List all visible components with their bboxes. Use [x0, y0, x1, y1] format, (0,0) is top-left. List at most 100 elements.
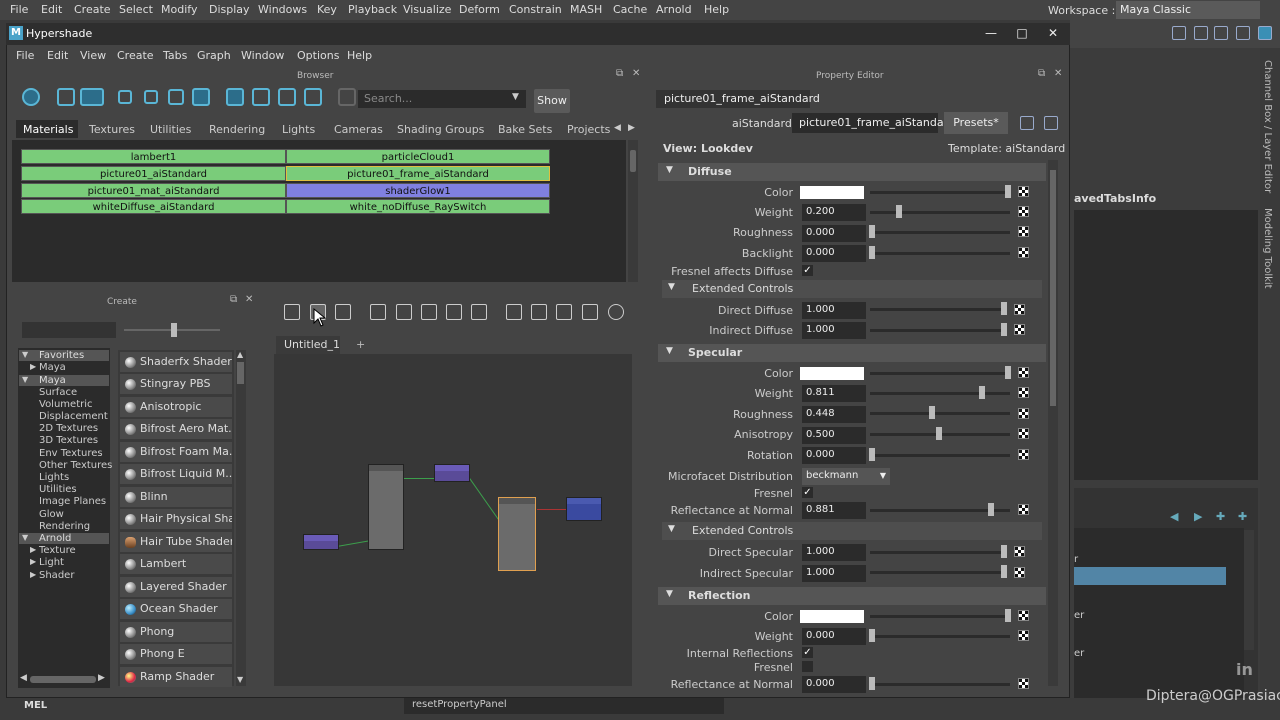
slider-track[interactable]: [870, 231, 1010, 234]
map-button-icon[interactable]: [1014, 304, 1025, 315]
tab-scroll-right-icon[interactable]: ▶: [628, 123, 635, 133]
create-search-input[interactable]: [22, 322, 116, 338]
layout-icon[interactable]: [446, 304, 462, 320]
full-view-icon[interactable]: [556, 304, 572, 320]
tree-item[interactable]: Volumetric: [39, 399, 93, 410]
slider-handle[interactable]: [869, 677, 875, 690]
expand-icon[interactable]: ▼: [22, 533, 28, 542]
tab-shading-groups[interactable]: Shading Groups: [397, 123, 484, 136]
menu-help[interactable]: Help: [704, 3, 729, 16]
add-layer-icon[interactable]: ✚: [1216, 510, 1225, 523]
node-type-item[interactable]: Hair Tube Shader: [120, 532, 232, 552]
tree-item[interactable]: Glow: [39, 509, 64, 520]
attribute-icon[interactable]: [1194, 26, 1208, 40]
settings-icon[interactable]: [1172, 26, 1186, 40]
tree-item[interactable]: Lights: [39, 472, 69, 483]
material-item[interactable]: particleCloud1: [286, 149, 550, 164]
menu-arnold[interactable]: Arnold: [656, 3, 692, 16]
tree-item[interactable]: Light: [39, 557, 64, 568]
slider-handle[interactable]: [988, 503, 994, 516]
anisotropy-field[interactable]: 0.500: [802, 427, 866, 444]
slider-track[interactable]: [870, 211, 1010, 214]
slider-track[interactable]: [870, 252, 1010, 255]
tree-item[interactable]: Utilities: [39, 484, 77, 495]
node-type-item[interactable]: Ocean Shader: [120, 599, 232, 619]
menu-cache[interactable]: Cache: [613, 3, 647, 16]
material-item[interactable]: white_noDiffuse_RaySwitch: [286, 199, 550, 214]
menu-display[interactable]: Display: [209, 3, 250, 16]
node-type-item[interactable]: Lambert: [120, 554, 232, 574]
slider-handle[interactable]: [1001, 565, 1007, 578]
map-button-icon[interactable]: [1014, 567, 1025, 578]
tree-item[interactable]: Displacement: [39, 411, 108, 422]
menu-key[interactable]: Key: [317, 3, 337, 16]
backlight-field[interactable]: 0.000: [802, 245, 866, 262]
node-type-item[interactable]: Layered Shader: [120, 577, 232, 597]
slider-handle[interactable]: [979, 386, 985, 399]
section-reflection[interactable]: ▼ Reflection: [658, 587, 1046, 605]
checkbox[interactable]: ✓: [802, 265, 813, 276]
color-swatch[interactable]: [800, 610, 864, 623]
mel-mode-label[interactable]: MEL: [24, 700, 47, 711]
tab-rendering[interactable]: Rendering: [209, 123, 265, 136]
slider-track[interactable]: [870, 329, 1006, 332]
collapse-icon[interactable]: ▶: [30, 570, 36, 579]
hs-menu-view[interactable]: View: [80, 49, 106, 62]
xlarge-icon[interactable]: [192, 88, 210, 106]
menu-edit[interactable]: Edit: [41, 3, 62, 16]
sort-type-icon[interactable]: [252, 88, 270, 106]
hs-menu-help[interactable]: Help: [347, 49, 372, 62]
small-icon[interactable]: [118, 90, 132, 104]
filter-icon[interactable]: [338, 88, 356, 106]
collapse-icon[interactable]: ▶: [30, 545, 36, 554]
scroll-down-icon[interactable]: ▼: [237, 675, 243, 684]
tab-textures[interactable]: Textures: [89, 123, 135, 136]
slider-handle[interactable]: [1001, 302, 1007, 315]
layer-row-selected[interactable]: [1074, 567, 1226, 585]
close-panel-icon[interactable]: ✕: [632, 68, 640, 79]
swatch-icon[interactable]: [57, 88, 75, 106]
menu-playback[interactable]: Playback: [348, 3, 397, 16]
slider-handle[interactable]: [1005, 366, 1011, 379]
slider-handle[interactable]: [936, 427, 942, 440]
map-button-icon[interactable]: [1018, 449, 1029, 460]
texture-node[interactable]: [303, 534, 339, 550]
slider-handle[interactable]: [1001, 323, 1007, 336]
custom-view-icon[interactable]: [582, 304, 598, 320]
float-icon[interactable]: ⧉: [1038, 68, 1045, 79]
slider-handle[interactable]: [869, 448, 875, 461]
menu-create[interactable]: Create: [74, 3, 111, 16]
frame-all-icon[interactable]: [370, 304, 386, 320]
node-list-scrollbar[interactable]: [236, 350, 246, 686]
node-type-item[interactable]: Bifrost Aero Mat...: [120, 419, 232, 439]
slider-handle[interactable]: [171, 323, 177, 337]
map-button-icon[interactable]: [1018, 387, 1029, 398]
add-selected-icon[interactable]: ✚: [1238, 510, 1247, 523]
slider-handle[interactable]: [869, 629, 875, 642]
map-button-icon[interactable]: [1014, 324, 1025, 335]
node-type-item[interactable]: Hair Physical Sha...: [120, 509, 232, 529]
float-icon[interactable]: ⧉: [616, 68, 623, 79]
shading-group-node[interactable]: [566, 497, 602, 521]
menu-mash[interactable]: MASH: [570, 3, 602, 16]
hs-menu-create[interactable]: Create: [117, 49, 154, 62]
shader-node[interactable]: [368, 464, 404, 550]
expand-icon[interactable]: ▼: [22, 350, 28, 359]
reflectance-field[interactable]: 0.881: [802, 502, 866, 519]
material-item[interactable]: lambert1: [21, 149, 286, 164]
tree-item[interactable]: Rendering: [39, 521, 90, 532]
material-item-selected[interactable]: picture01_frame_aiStandard: [286, 166, 550, 181]
show-button[interactable]: Show: [534, 89, 570, 113]
slider-track[interactable]: [870, 392, 1010, 395]
tree-item[interactable]: Image Planes: [39, 496, 106, 507]
microfacet-select[interactable]: beckmann ▼: [802, 468, 890, 485]
close-panel-icon[interactable]: ✕: [1054, 68, 1062, 79]
map-button-icon[interactable]: [1018, 206, 1029, 217]
tree-item[interactable]: 3D Textures: [39, 435, 98, 446]
browser-scroll-thumb[interactable]: [630, 150, 636, 172]
tree-item[interactable]: Env Textures: [39, 448, 103, 459]
material-item[interactable]: picture01_mat_aiStandard: [21, 183, 286, 198]
tree-item[interactable]: Texture: [39, 545, 76, 556]
refl-normal-field[interactable]: 0.000: [802, 676, 866, 693]
maximize-icon[interactable]: □: [1013, 26, 1031, 40]
